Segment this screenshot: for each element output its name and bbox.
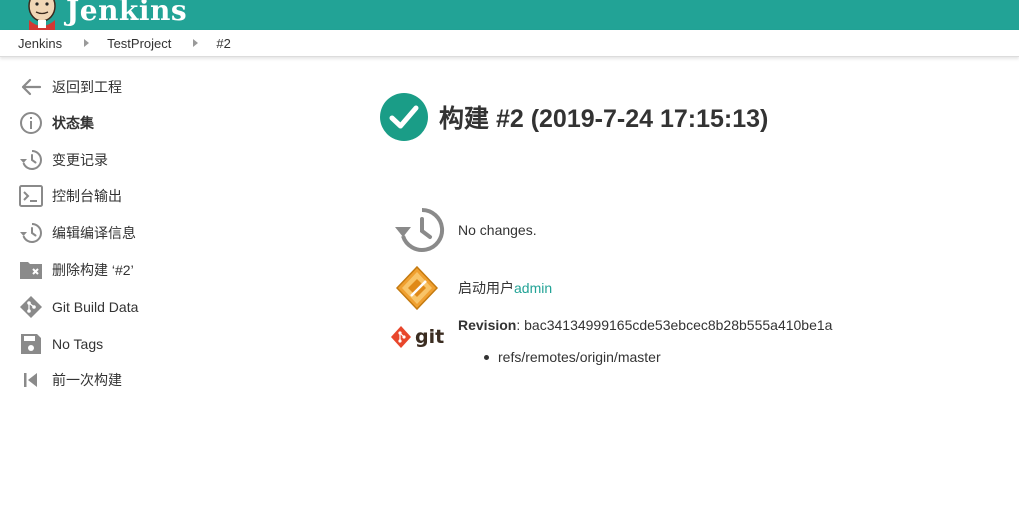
page-title: 构建 #2 (2019-7-24 17:15:13) bbox=[439, 105, 769, 133]
sidebar-item-back-to-project[interactable]: 返回到工程 bbox=[18, 75, 122, 99]
sidebar-item-no-tags[interactable]: No Tags bbox=[18, 332, 103, 356]
revision-hash: bac34134999165cde53ebcec8b28b555a410be1a bbox=[524, 317, 833, 333]
sidebar-item-git-build-data[interactable]: Git Build Data bbox=[18, 295, 138, 319]
revision-row: Revision: bac34134999165cde53ebcec8b28b5… bbox=[458, 317, 832, 333]
sidebar-item-delete-build[interactable]: 删除构建 ‘#2’ bbox=[18, 258, 134, 282]
header-bar: Jenkins bbox=[0, 0, 1019, 30]
sidebar-item-status[interactable]: 状态集 bbox=[18, 111, 94, 135]
history-icon bbox=[395, 207, 445, 252]
user-cause-icon bbox=[396, 266, 438, 310]
git-logo: git bbox=[391, 326, 444, 348]
sidebar-item-changes[interactable]: 变更记录 bbox=[18, 148, 108, 172]
revision-separator: : bbox=[516, 317, 525, 333]
info-icon bbox=[18, 111, 44, 135]
breadcrumb-build[interactable]: #2 bbox=[216, 36, 230, 51]
started-by-prefix: 启动用户 bbox=[458, 280, 514, 296]
git-logo-icon bbox=[391, 326, 411, 348]
sidebar-item-console-output[interactable]: 控制台输出 bbox=[18, 184, 122, 208]
git-logo-text: git bbox=[415, 326, 445, 348]
sidebar-item-label: 控制台输出 bbox=[52, 188, 122, 204]
history-icon bbox=[18, 148, 44, 172]
refs-list: refs/remotes/origin/master bbox=[484, 349, 661, 365]
arrow-left-icon bbox=[18, 75, 44, 99]
chevron-right-icon[interactable] bbox=[84, 39, 90, 47]
breadcrumb-jenkins[interactable]: Jenkins bbox=[18, 36, 62, 51]
sidebar-item-label: 前一次构建 bbox=[52, 372, 122, 388]
sidebar-item-label: Git Build Data bbox=[52, 299, 139, 315]
breadcrumb-project[interactable]: TestProject bbox=[107, 36, 171, 51]
sidebar-item-label: 变更记录 bbox=[52, 152, 108, 168]
changes-text: No changes. bbox=[458, 222, 537, 238]
folder-delete-icon bbox=[18, 258, 44, 282]
sidebar-item-label: 删除构建 ‘#2’ bbox=[52, 262, 134, 278]
sidebar-item-label: No Tags bbox=[52, 336, 104, 352]
history-icon bbox=[18, 221, 44, 245]
sidebar-item-label: 状态集 bbox=[52, 115, 94, 131]
sidebar-item-label: 返回到工程 bbox=[52, 79, 122, 95]
revision-label: Revision bbox=[458, 317, 517, 333]
logo-title: Jenkins bbox=[66, 0, 188, 27]
chevron-right-icon[interactable] bbox=[193, 39, 199, 47]
save-icon bbox=[18, 332, 44, 356]
terminal-icon bbox=[18, 184, 44, 208]
started-by-row: 启动用户 admin bbox=[396, 266, 552, 310]
changes-row: No changes. bbox=[394, 207, 537, 253]
sidebar-item-edit-build-info[interactable]: 编辑编译信息 bbox=[18, 221, 136, 245]
sidebar-item-previous-build[interactable]: 前一次构建 bbox=[18, 368, 122, 392]
sidebar-item-label: 编辑编译信息 bbox=[52, 225, 136, 241]
build-title-row: 构建 #2 (2019-7-24 17:15:13) bbox=[380, 93, 768, 141]
list-item: refs/remotes/origin/master bbox=[498, 349, 661, 365]
git-icon bbox=[18, 295, 44, 319]
breadcrumb: Jenkins TestProject #2 bbox=[0, 30, 1019, 57]
list-bullet bbox=[484, 354, 489, 360]
skip-previous-icon bbox=[18, 368, 44, 392]
success-check-icon bbox=[380, 93, 428, 141]
jenkins-logo[interactable]: Jenkins bbox=[24, 0, 187, 30]
jenkins-butler-icon bbox=[28, 0, 56, 30]
started-by-user-link[interactable]: admin bbox=[514, 280, 552, 296]
